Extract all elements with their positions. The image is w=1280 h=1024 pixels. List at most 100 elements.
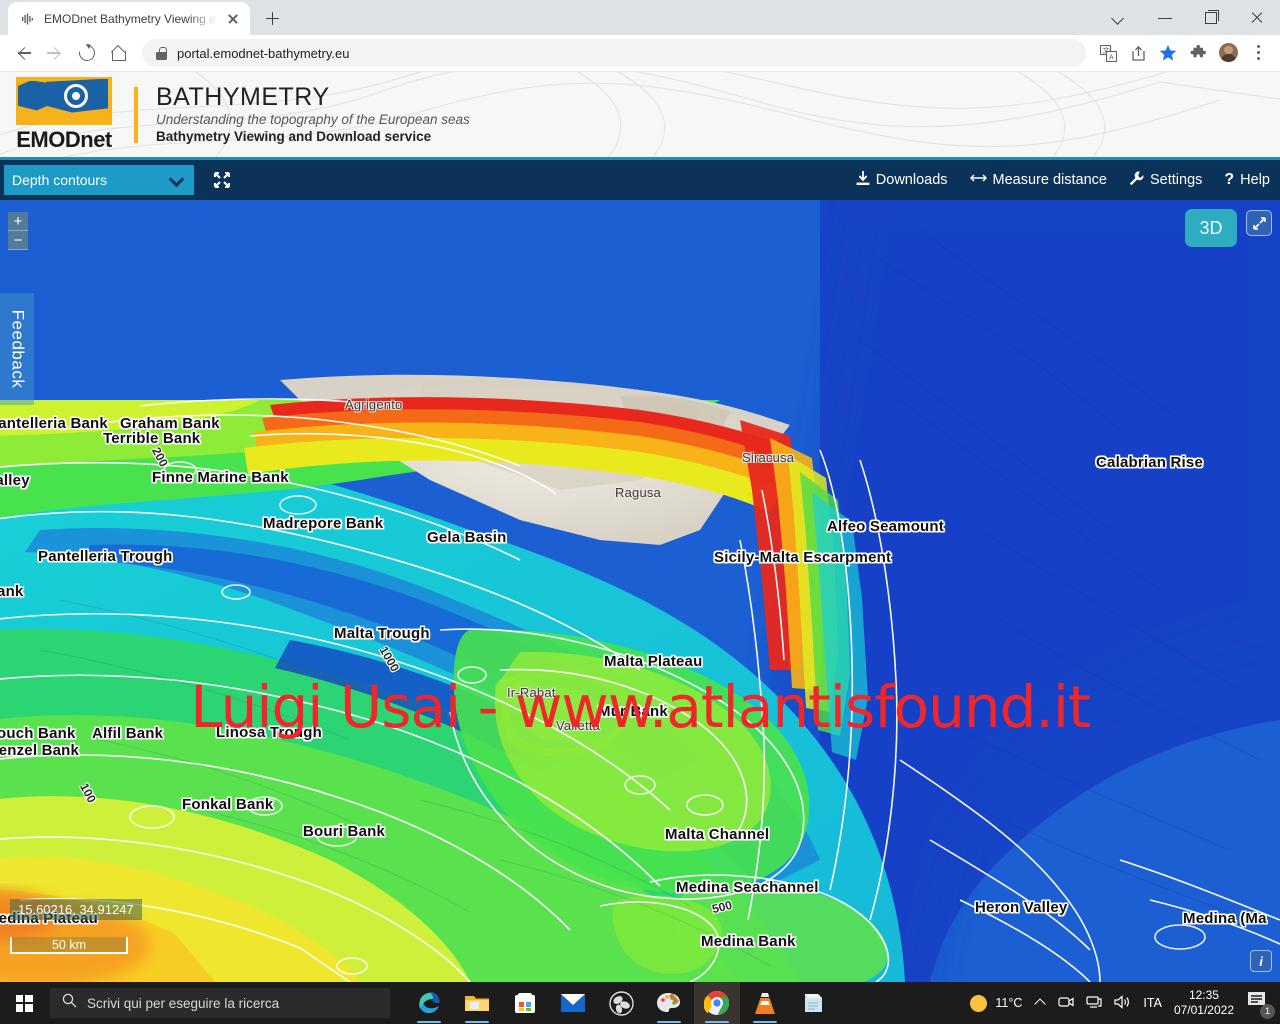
scale-bar: 50 km [10,937,128,954]
notification-center-button[interactable]: 1 [1246,990,1275,1019]
wrench-icon [1129,170,1144,190]
help-button[interactable]: ? Help [1224,171,1270,189]
downloads-button[interactable]: Downloads [856,170,948,190]
obs-studio-icon[interactable] [598,982,644,1024]
network-icon[interactable] [1086,995,1103,1012]
map-label: Malta Plateau [604,653,703,670]
map-label: Medina (Ma [1183,910,1267,927]
extensions-icon[interactable] [1184,39,1212,67]
map-label: Medina Seachannel [676,879,819,896]
zoom-out-button[interactable]: − [8,231,28,250]
bathymetry-favicon-icon [20,11,36,27]
window-controls [1096,0,1280,35]
toolbar-actions: 文 A [1094,39,1272,67]
map-raster [0,200,1280,982]
map-label: Bouri Bank [303,823,386,840]
emodnet-logo-mark [16,76,112,125]
windows-taskbar: Scrivi qui per eseguire la ricerca 11°C … [0,982,1280,1024]
zoom-controls: + − [8,212,28,250]
search-icon [62,993,77,1013]
tab-strip: EMODnet Bathymetry Viewing an [0,0,1280,35]
browser-menu-icon[interactable] [1244,39,1272,67]
settings-button[interactable]: Settings [1129,170,1203,190]
map-label: Ragusa [615,485,662,500]
profile-avatar[interactable] [1214,39,1242,67]
feedback-label: Feedback [8,309,28,389]
map-label: Pantelleria Trough [38,548,173,565]
map-label: Heron Valley [975,899,1068,916]
chevron-down-icon [168,171,185,188]
map-label: Calabrian Rise [1096,454,1204,471]
reload-icon[interactable] [72,38,102,68]
notepad-icon[interactable] [790,982,836,1024]
help-label: Help [1240,172,1270,188]
mail-icon[interactable] [550,982,596,1024]
coordinate-readout: 15.60216, 34.91247 [10,899,142,920]
browser-window: EMODnet Bathymetry Viewing an portal.emo… [0,0,1280,1024]
map-label: Terrible Bank [103,430,201,447]
layer-select-value: Depth contours [12,172,107,188]
fullscreen-button[interactable] [1246,210,1272,236]
map-label: Siracusa [742,450,795,465]
info-button[interactable]: i [1250,950,1272,972]
minimize-icon[interactable] [1142,0,1188,35]
new-tab-button[interactable] [258,4,286,32]
start-button[interactable] [0,982,48,1024]
show-hidden-icons-chevron[interactable] [1034,999,1046,1007]
map-label: Agrigento [345,397,403,412]
zoom-in-button[interactable]: + [8,212,28,231]
forward-icon[interactable] [40,38,70,68]
site-title-block: BATHYMETRY Understanding the topography … [156,82,470,146]
browser-tab[interactable]: EMODnet Bathymetry Viewing an [8,2,250,35]
weather-temperature: 11°C [995,996,1023,1010]
lock-icon [156,46,167,60]
emodnet-logo[interactable]: EMODnet [16,76,156,153]
edge-icon[interactable] [406,982,452,1024]
map-label: Pantelleria Bank [0,415,108,432]
watermark-text: Luigi Usai - www.atlantisfound.it [190,673,1090,741]
vlc-icon[interactable] [742,982,788,1024]
map-label: Alfeo Seamount [827,518,944,535]
microsoft-store-icon[interactable] [502,982,548,1024]
tab-search-icon[interactable] [1096,0,1142,35]
url-text: portal.emodnet-bathymetry.eu [177,45,350,61]
bathymetry-map[interactable]: AgrigentoSiracusaRagusaIr-RabatVallettaP… [0,200,1280,982]
tab-title: EMODnet Bathymetry Viewing an [44,11,216,26]
logo-divider [134,86,138,143]
arrows-horizontal-icon [969,172,987,188]
address-bar[interactable]: portal.emodnet-bathymetry.eu [142,39,1086,67]
settings-label: Settings [1149,172,1203,188]
weather-widget[interactable]: 11°C [970,994,1023,1012]
clock-time: 12:35 [1188,988,1219,1002]
expand-arrows-icon[interactable] [212,170,232,190]
chrome-icon[interactable] [694,982,740,1024]
toolbar-links: Downloads Measure distance Settings ? He… [856,170,1270,190]
share-icon[interactable] [1124,39,1152,67]
translate-icon[interactable]: 文 A [1094,39,1122,67]
system-tray: 11°C ITA 12:35 07/01/2022 1 [970,988,1280,1019]
site-header: EMODnet BATHYMETRY Understanding the top… [0,72,1280,157]
volume-icon[interactable] [1114,994,1131,1012]
paint-icon[interactable] [646,982,692,1024]
clock-date: 07/01/2022 [1173,1003,1234,1017]
layer-select[interactable]: Depth contours [4,165,194,195]
home-icon[interactable] [104,38,134,68]
language-indicator[interactable]: ITA [1143,996,1162,1010]
feedback-tab[interactable]: Feedback [0,293,34,405]
3d-view-button[interactable]: 3D [1185,209,1237,247]
maximize-icon[interactable] [1188,0,1234,35]
camera-icon[interactable] [1058,995,1075,1012]
clock[interactable]: 12:35 07/01/2022 [1174,988,1234,1018]
map-label: Madrepore Bank [263,515,384,532]
page-title: BATHYMETRY [156,82,330,111]
back-icon[interactable] [8,38,38,68]
map-label: Alfil Bank [92,725,164,742]
bookmark-star-icon[interactable] [1154,39,1182,67]
close-icon[interactable] [224,10,242,28]
measure-distance-button[interactable]: Measure distance [969,172,1107,188]
taskbar-search[interactable]: Scrivi qui per eseguire la ricerca [50,988,390,1018]
close-window-icon[interactable] [1234,0,1280,35]
question-mark-icon: ? [1224,171,1235,188]
downloads-label: Downloads [875,172,948,188]
file-explorer-icon[interactable] [454,982,500,1024]
